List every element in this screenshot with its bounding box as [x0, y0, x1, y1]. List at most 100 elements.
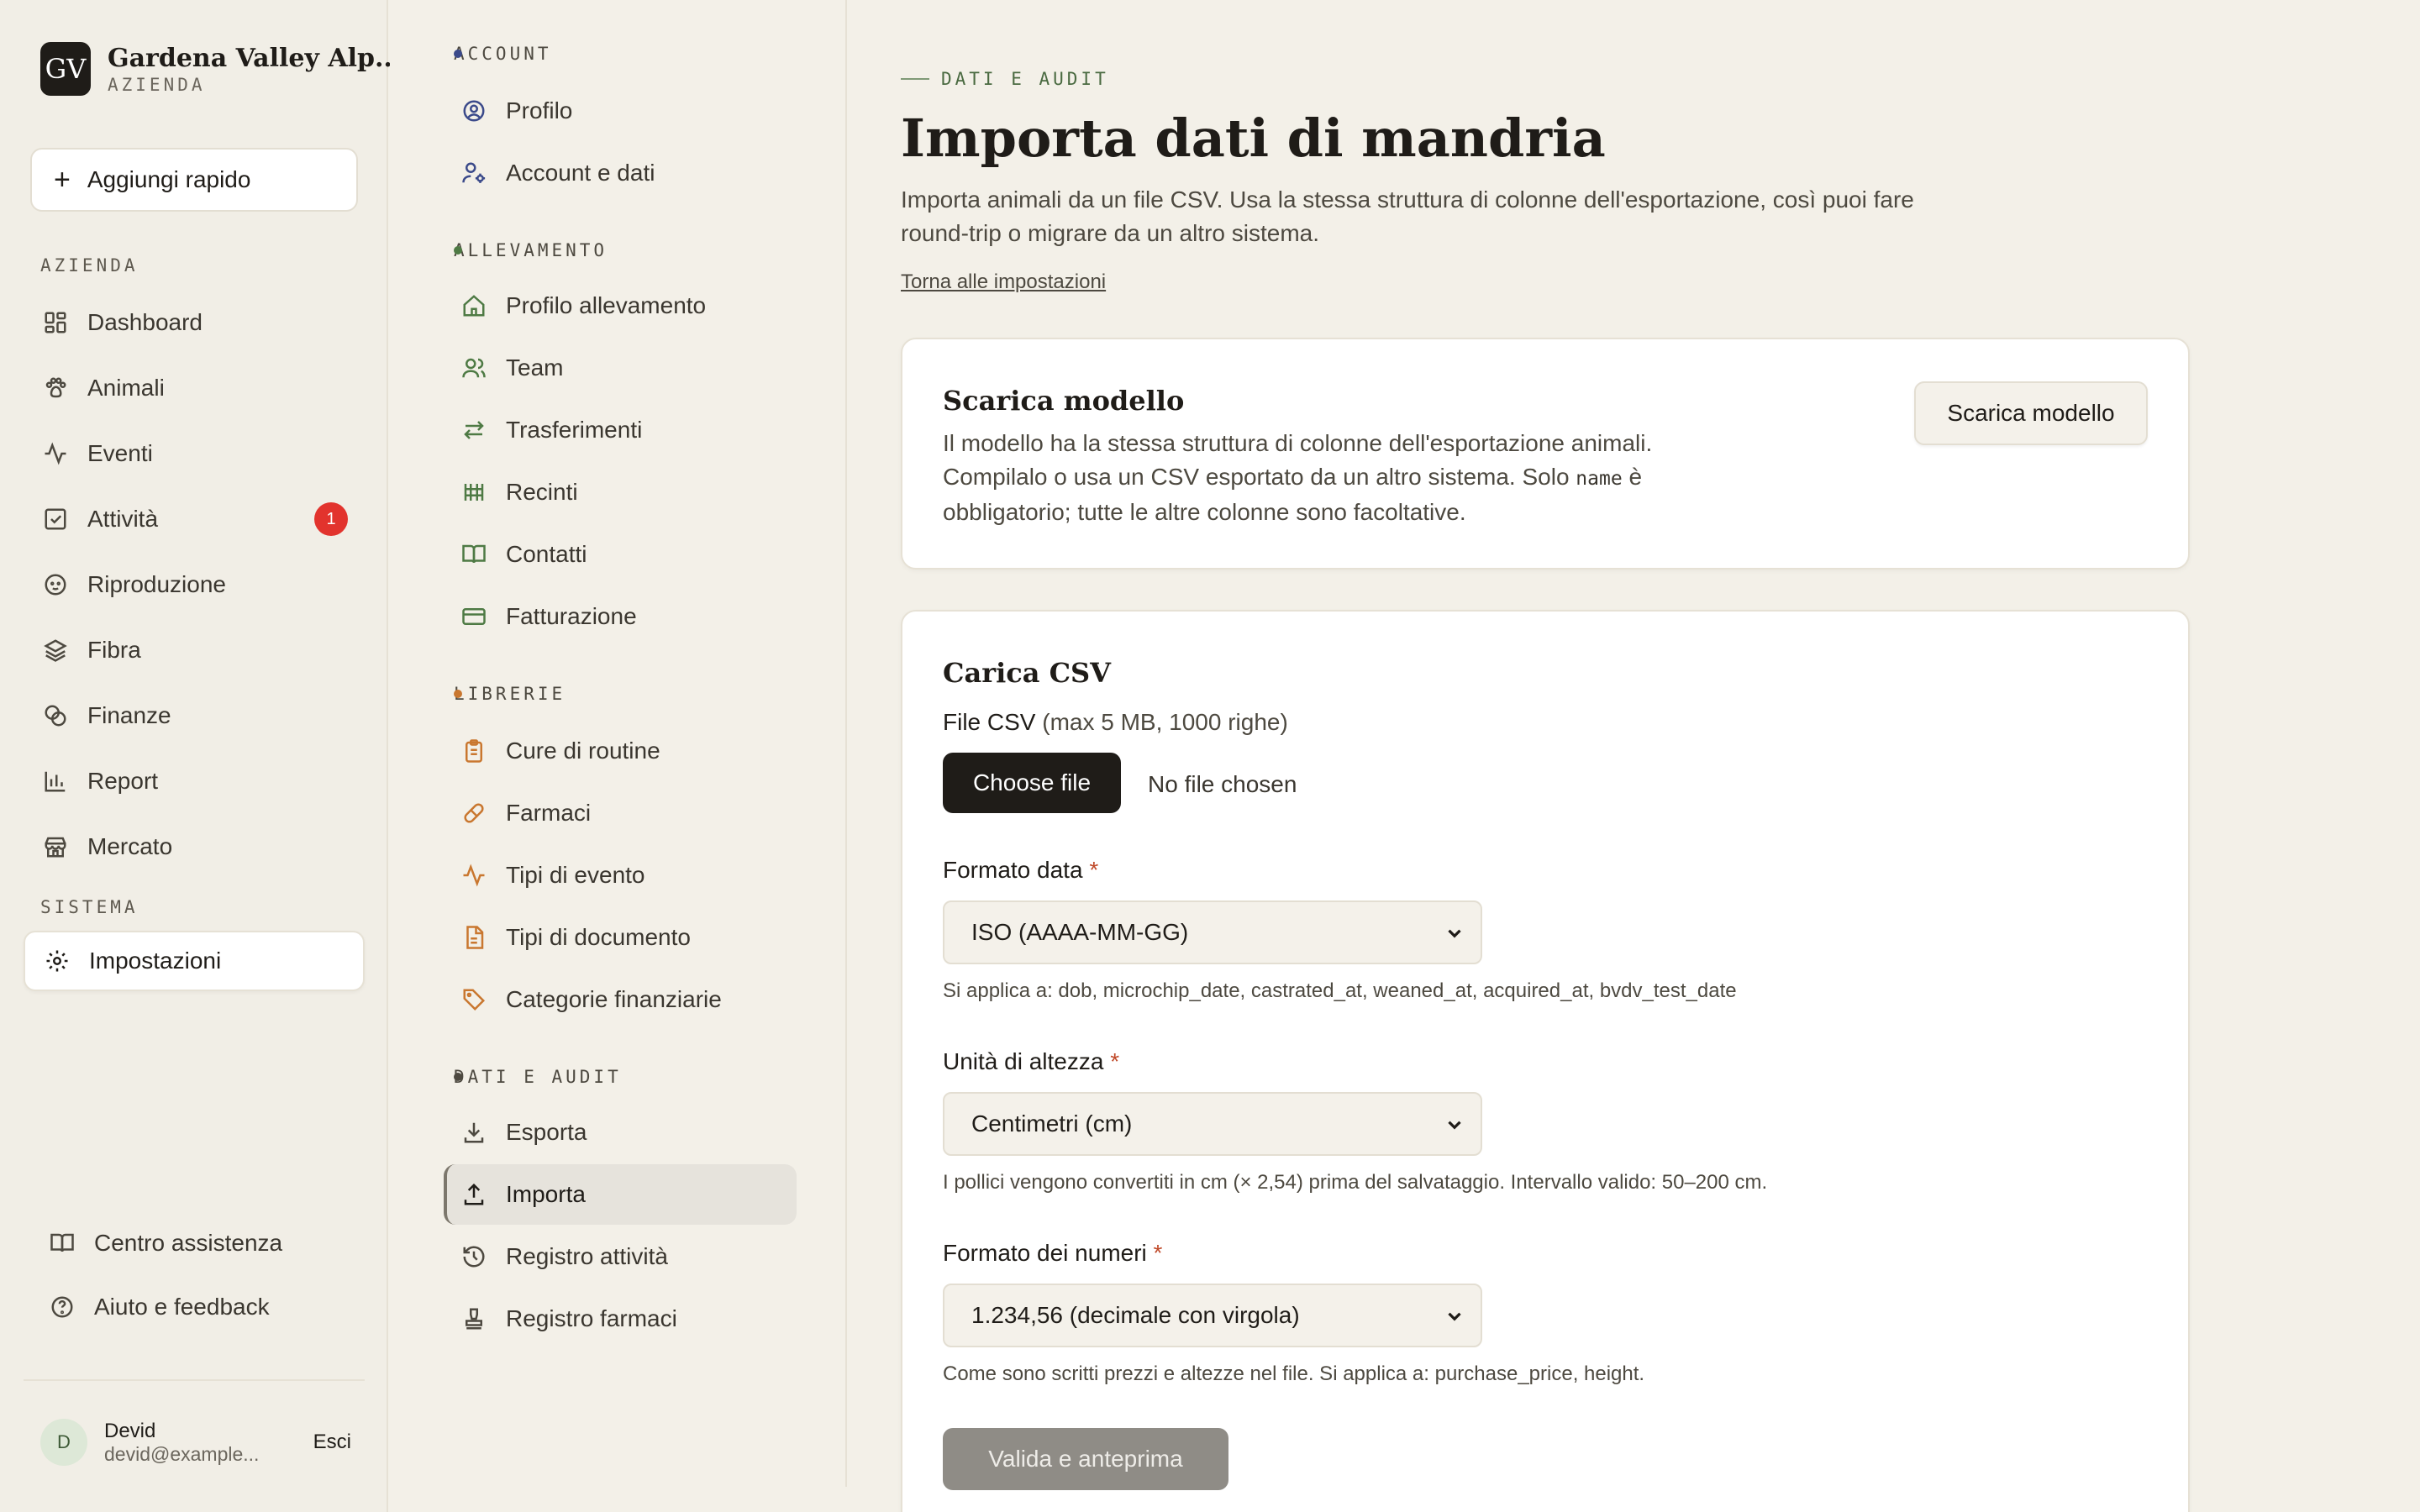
sidebar-item-mercato[interactable]: Mercato: [24, 816, 365, 877]
upload-icon: [460, 1181, 487, 1208]
settings-group-dati-audit: DATI E AUDIT: [454, 1067, 622, 1087]
sidebar-item-label: Dashboard: [87, 309, 203, 335]
help-circle-icon: [49, 1294, 76, 1320]
settings-item-esporta[interactable]: Esporta: [444, 1102, 797, 1163]
settings-item-label: Fatturazione: [506, 603, 637, 629]
eyebrow-label: DATI E AUDIT: [941, 69, 1109, 89]
settings-item-label: Team: [506, 354, 564, 381]
logout-button[interactable]: Esci: [313, 1431, 351, 1454]
chevron-down-icon: [1448, 929, 1461, 938]
settings-item-tipi-documento[interactable]: Tipi di documento: [444, 907, 797, 968]
code-snippet: name: [1576, 468, 1623, 490]
file-limit-hint: (max 5 MB, 1000 righe): [1042, 709, 1288, 735]
date-format-value: ISO (AAAA-MM-GG): [971, 919, 1189, 945]
file-field-label: File CSV (max 5 MB, 1000 righe): [943, 709, 1288, 736]
group-dot: [454, 690, 462, 698]
settings-item-profilo-allevamento[interactable]: Profilo allevamento: [444, 276, 797, 336]
brand[interactable]: GV Gardena Valley Alp... AZIENDA: [40, 42, 401, 96]
sidebar-item-label: Report: [87, 768, 159, 794]
group-dot: [454, 246, 462, 255]
group-label: LIBRERIE: [454, 684, 566, 704]
group-label: ALLEVAMENTO: [454, 240, 608, 260]
upload-card-title: Carica CSV: [943, 657, 1111, 689]
settings-item-farmaci[interactable]: Farmaci: [444, 783, 797, 843]
settings-item-label: Importa: [506, 1181, 586, 1207]
settings-item-registro-attivita[interactable]: Registro attività: [444, 1226, 797, 1287]
template-card-text: Il modello ha la stessa struttura di col…: [943, 427, 1699, 529]
baby-icon: [42, 571, 69, 598]
section-label-farm: AZIENDA: [40, 255, 139, 276]
settings-item-tipi-evento[interactable]: Tipi di evento: [444, 845, 797, 906]
height-unit-value: Centimetri (cm): [971, 1110, 1133, 1137]
settings-item-profilo[interactable]: Profilo: [444, 81, 797, 141]
date-format-select[interactable]: ISO (AAAA-MM-GG): [943, 900, 1482, 964]
sidebar-item-label: Mercato: [87, 833, 173, 859]
feedback-label: Aiuto e feedback: [94, 1294, 270, 1320]
settings-item-team[interactable]: Team: [444, 338, 797, 398]
back-to-settings-link[interactable]: Torna alle impostazioni: [901, 270, 1106, 294]
paw-icon: [42, 375, 69, 402]
settings-item-registro-farmaci[interactable]: Registro farmaci: [444, 1289, 797, 1349]
settings-item-label: Registro farmaci: [506, 1305, 677, 1331]
download-template-button[interactable]: Scarica modello: [1914, 381, 2148, 445]
sidebar-item-fibra[interactable]: Fibra: [24, 620, 365, 680]
bar-chart-icon: [42, 768, 69, 795]
brand-subtitle: AZIENDA: [108, 74, 206, 95]
height-unit-select[interactable]: Centimetri (cm): [943, 1092, 1482, 1156]
file-status: No file chosen: [1148, 771, 1297, 797]
number-format-hint: Come sono scritti prezzi e altezze nel f…: [943, 1362, 1645, 1385]
sidebar-item-impostazioni[interactable]: Impostazioni: [24, 931, 365, 991]
coins-icon: [42, 702, 69, 729]
settings-item-label: Cure di routine: [506, 738, 660, 764]
sidebar-item-finanze[interactable]: Finanze: [24, 685, 365, 746]
sidebar-item-animali[interactable]: Animali: [24, 358, 365, 418]
layers-icon: [42, 637, 69, 664]
help-center-link[interactable]: Centro assistenza: [30, 1213, 371, 1273]
file-label-text: File CSV: [943, 709, 1036, 735]
settings-item-importa[interactable]: Importa: [444, 1164, 797, 1225]
height-unit-label-text: Unità di altezza: [943, 1048, 1104, 1074]
upload-card: Carica CSV File CSV (max 5 MB, 1000 righ…: [901, 610, 2190, 1512]
arrows-icon: [460, 417, 487, 444]
settings-item-categorie-finanziarie[interactable]: Categorie finanziarie: [444, 969, 797, 1030]
sidebar-item-label: Riproduzione: [87, 571, 226, 597]
sidebar-item-label: Fibra: [87, 637, 141, 663]
dashboard-icon: [42, 309, 69, 336]
settings-item-trasferimenti[interactable]: Trasferimenti: [444, 400, 797, 460]
settings-item-cure-routine[interactable]: Cure di routine: [444, 721, 797, 781]
settings-item-label: Trasferimenti: [506, 417, 643, 443]
sidebar-item-riproduzione[interactable]: Riproduzione: [24, 554, 365, 615]
height-unit-hint: I pollici vengono convertiti in cm (× 2,…: [943, 1171, 1768, 1194]
user-cog-icon: [460, 160, 487, 186]
required-mark: *: [1153, 1240, 1163, 1266]
height-unit-label: Unità di altezza *: [943, 1048, 1119, 1075]
date-format-hint: Si applica a: dob, microchip_date, castr…: [943, 979, 1737, 1002]
sidebar-item-attivita[interactable]: Attività 1: [24, 489, 365, 549]
settings-item-fatturazione[interactable]: Fatturazione: [444, 586, 797, 647]
settings-item-label: Tipi di documento: [506, 924, 691, 950]
group-dot: [454, 50, 462, 58]
feedback-link[interactable]: Aiuto e feedback: [30, 1277, 371, 1337]
settings-group-allevamento: ALLEVAMENTO: [454, 240, 608, 260]
history-icon: [460, 1243, 487, 1270]
settings-item-label: Profilo allevamento: [506, 292, 707, 318]
fence-icon: [460, 479, 487, 506]
sidebar-item-dashboard[interactable]: Dashboard: [24, 292, 365, 353]
clipboard-icon: [460, 738, 487, 764]
settings-item-label: Registro attività: [506, 1243, 668, 1269]
credit-card-icon: [460, 603, 487, 630]
sidebar-item-eventi[interactable]: Eventi: [24, 423, 365, 484]
validate-preview-button[interactable]: Valida e anteprima: [943, 1428, 1228, 1490]
sidebar-item-report[interactable]: Report: [24, 751, 365, 811]
number-format-select[interactable]: 1.234,56 (decimale con virgola): [943, 1284, 1482, 1347]
settings-item-contatti[interactable]: Contatti: [444, 524, 797, 585]
page-description: Importa animali da un file CSV. Usa la s…: [901, 186, 1914, 246]
pill-icon: [460, 800, 487, 827]
choose-file-button[interactable]: Choose file: [943, 753, 1121, 813]
required-mark: *: [1110, 1048, 1120, 1074]
settings-item-account-dati[interactable]: Account e dati: [444, 143, 797, 203]
settings-item-recinti[interactable]: Recinti: [444, 462, 797, 522]
quick-add-button[interactable]: + Aggiungi rapido: [30, 148, 358, 212]
settings-item-label: Categorie finanziarie: [506, 986, 722, 1012]
settings-item-label: Recinti: [506, 479, 578, 505]
